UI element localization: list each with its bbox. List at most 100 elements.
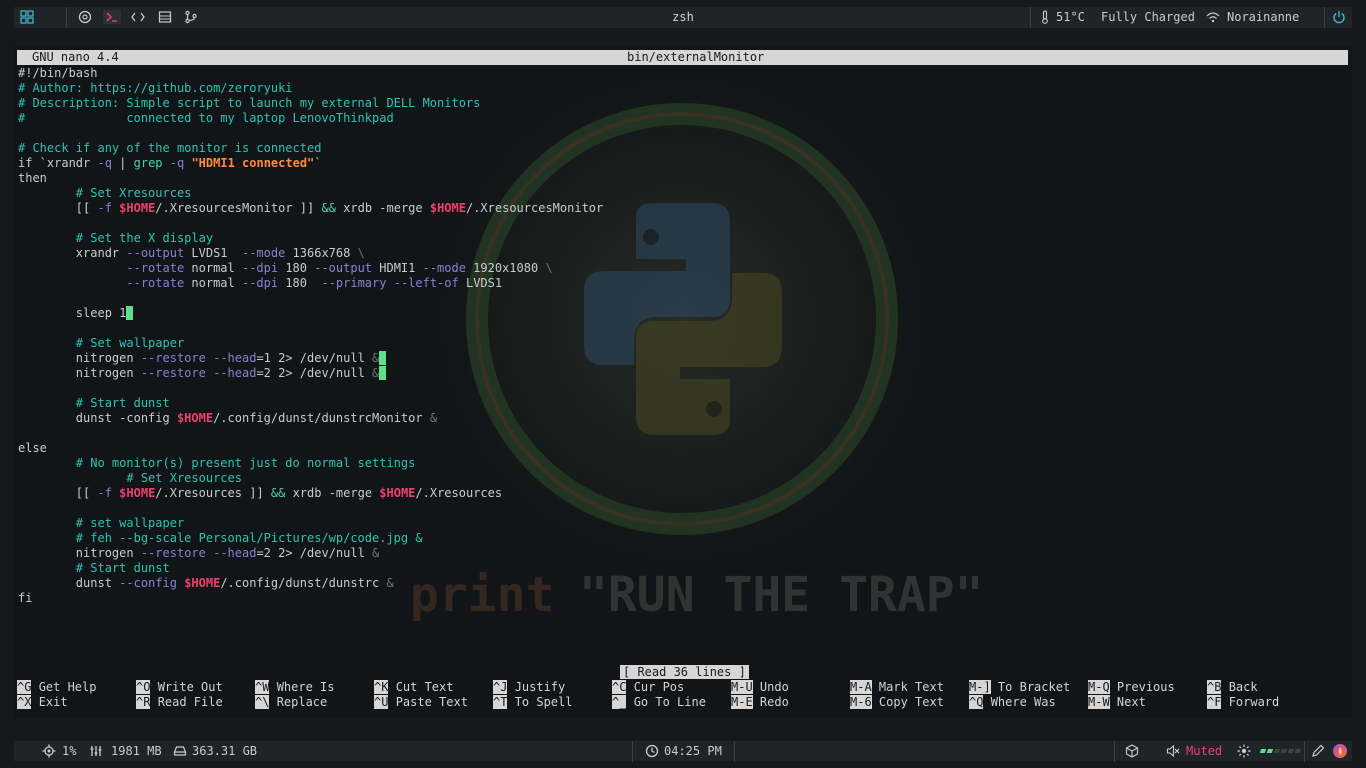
volume-muted-icon[interactable] bbox=[1166, 744, 1180, 759]
shortcut-item[interactable]: M-6 Copy Text bbox=[850, 695, 944, 710]
shortcut-item[interactable]: ^O Write Out bbox=[136, 680, 223, 695]
code-token: --restore bbox=[140, 546, 206, 560]
code-token: =2 2> /dev/null bbox=[256, 366, 373, 380]
shortcut-label: Redo bbox=[759, 695, 789, 709]
code-token: normal bbox=[184, 276, 242, 290]
pen-icon[interactable] bbox=[1311, 744, 1325, 759]
code-token: # set wallpaper bbox=[75, 516, 185, 530]
code-line[interactable]: # connected to my laptop LenovoThinkpad bbox=[18, 111, 394, 126]
volume-status: Muted bbox=[1186, 744, 1223, 758]
code-token: #!/bin/bash bbox=[18, 66, 98, 80]
cpu-usage: 1% bbox=[62, 744, 77, 758]
code-line[interactable]: [[ -f $HOME/.XresourcesMonitor ]] && xrd… bbox=[18, 201, 603, 216]
shortcut-item[interactable]: M-A Mark Text bbox=[850, 680, 944, 695]
code-line[interactable]: nitrogen --restore --head=2 2> /dev/null… bbox=[18, 546, 379, 561]
code-line[interactable]: # set wallpaper bbox=[18, 516, 184, 531]
code-line[interactable]: # Set wallpaper bbox=[18, 336, 184, 351]
shortcut-item[interactable]: ^T To Spell bbox=[493, 695, 572, 710]
code-token: nitrogen bbox=[18, 546, 141, 560]
memory-usage: 1981 MB bbox=[111, 744, 162, 758]
code-line[interactable]: # Author: https://github.com/zeroryuki bbox=[18, 81, 293, 96]
disk-icon bbox=[173, 744, 187, 759]
code-line[interactable]: # Set Xresources bbox=[18, 186, 192, 201]
code-token: # No monitor(s) present just do normal s… bbox=[75, 456, 416, 470]
code-token: --restore bbox=[140, 366, 206, 380]
code-token: 180 bbox=[278, 261, 315, 275]
shortcut-item[interactable]: ^Q Where Was bbox=[969, 695, 1056, 710]
shortcut-key: ^J bbox=[493, 680, 508, 694]
code-token: && bbox=[321, 201, 336, 215]
code-line[interactable]: nitrogen --restore --head=2 2> /dev/null… bbox=[18, 366, 387, 381]
code-line[interactable]: if `xrandr -q | grep -q "HDMI1 connected… bbox=[18, 156, 322, 171]
code-line[interactable]: then bbox=[18, 171, 47, 186]
code-line[interactable]: # Start dunst bbox=[18, 561, 170, 576]
shortcut-item[interactable]: ^J Justify bbox=[493, 680, 565, 695]
code-line[interactable]: # Start dunst bbox=[18, 396, 170, 411]
code-token: /.config/dunst/dunstrcMonitor bbox=[213, 411, 430, 425]
thermometer-icon bbox=[1040, 10, 1050, 27]
shortcut-item[interactable]: M-Q Previous bbox=[1088, 680, 1175, 695]
code-line[interactable]: nitrogen --restore --head=1 2> /dev/null… bbox=[18, 351, 387, 366]
code-line[interactable]: # Set Xresources bbox=[18, 471, 242, 486]
code-token: /.XresourcesMonitor ]] bbox=[155, 201, 322, 215]
code-line[interactable]: # Set the X display bbox=[18, 231, 213, 246]
code-token: --primary bbox=[321, 276, 387, 290]
code-line[interactable]: dunst --config $HOME/.config/dunst/dunst… bbox=[18, 576, 394, 591]
app-launcher-icon[interactable] bbox=[1332, 743, 1348, 760]
code-line[interactable]: dunst -config $HOME/.config/dunst/dunstr… bbox=[18, 411, 437, 426]
code-token: fi bbox=[18, 591, 33, 605]
code-token: if `xrandr bbox=[18, 156, 98, 170]
code-token: 1366x768 bbox=[285, 246, 358, 260]
shortcut-item[interactable]: M-] To Bracket bbox=[969, 680, 1070, 695]
code-line[interactable]: # feh --bg-scale Personal/Pictures/wp/co… bbox=[18, 531, 423, 546]
text-cursor bbox=[379, 351, 387, 365]
shortcut-item[interactable]: ^U Paste Text bbox=[374, 695, 468, 710]
shortcut-key: ^Q bbox=[969, 695, 984, 709]
code-token: $HOME bbox=[119, 486, 156, 500]
code-line[interactable]: # No monitor(s) present just do normal s… bbox=[18, 456, 416, 471]
shortcut-item[interactable]: M-W Next bbox=[1088, 695, 1146, 710]
shortcut-label: Go To Line bbox=[633, 695, 706, 709]
code-line[interactable]: sleep 1 bbox=[18, 306, 134, 321]
shortcut-key: M-A bbox=[850, 680, 872, 694]
shortcut-item[interactable]: ^B Back bbox=[1207, 680, 1258, 695]
power-icon[interactable] bbox=[1332, 10, 1346, 27]
wallpaper-text-quote: "RUN THE TRAP" bbox=[579, 567, 984, 623]
code-token: $HOME bbox=[119, 201, 156, 215]
shortcut-item[interactable]: M-U Undo bbox=[731, 680, 789, 695]
code-line[interactable]: fi bbox=[18, 591, 32, 606]
code-token: --mode bbox=[422, 261, 466, 275]
code-line[interactable]: #!/bin/bash bbox=[18, 66, 97, 81]
shortcut-item[interactable]: ^C Cur Pos bbox=[612, 680, 684, 695]
code-token: [[ bbox=[18, 201, 98, 215]
code-token: --dpi bbox=[241, 261, 279, 275]
shortcut-item[interactable]: ^\ Replace bbox=[255, 695, 327, 710]
shortcut-item[interactable]: ^R Read File bbox=[136, 695, 223, 710]
cube-icon[interactable] bbox=[1125, 744, 1139, 759]
code-token: \ bbox=[545, 261, 553, 275]
shortcut-item[interactable]: ^X Exit bbox=[17, 695, 68, 710]
code-line[interactable]: --rotate normal --dpi 180 --primary --le… bbox=[18, 276, 502, 291]
shortcut-item[interactable]: ^K Cut Text bbox=[374, 680, 453, 695]
shortcut-item[interactable]: ^G Get Help bbox=[17, 680, 96, 695]
code-token: /.config/dunst/dunstrc bbox=[220, 576, 387, 590]
code-line[interactable]: # Description: Simple script to launch m… bbox=[18, 96, 480, 111]
code-token: then bbox=[18, 171, 47, 185]
shortcut-key: ^G bbox=[17, 680, 32, 694]
shortcut-item[interactable]: ^F Forward bbox=[1207, 695, 1279, 710]
code-token: else bbox=[18, 441, 47, 455]
code-line[interactable]: --rotate normal --dpi 180 --output HDMI1… bbox=[18, 261, 553, 276]
shortcut-item[interactable]: ^W Where Is bbox=[255, 680, 334, 695]
shortcut-item[interactable]: M-E Redo bbox=[731, 695, 789, 710]
code-line[interactable]: [[ -f $HOME/.Xresources ]] && xrdb -merg… bbox=[18, 486, 502, 501]
code-token: dunst bbox=[18, 576, 120, 590]
code-token: --output bbox=[126, 246, 185, 260]
code-line[interactable]: else bbox=[18, 441, 47, 456]
code-token: # Author: https://github.com/zeroryuki bbox=[18, 81, 293, 95]
shortcut-key: ^X bbox=[17, 695, 32, 709]
code-line[interactable]: xrandr --output LVDS1 --mode 1366x768 \ bbox=[18, 246, 365, 261]
shortcut-item[interactable]: ^_ Go To Line bbox=[612, 695, 706, 710]
code-line[interactable]: # Check if any of the monitor is connect… bbox=[18, 141, 321, 156]
